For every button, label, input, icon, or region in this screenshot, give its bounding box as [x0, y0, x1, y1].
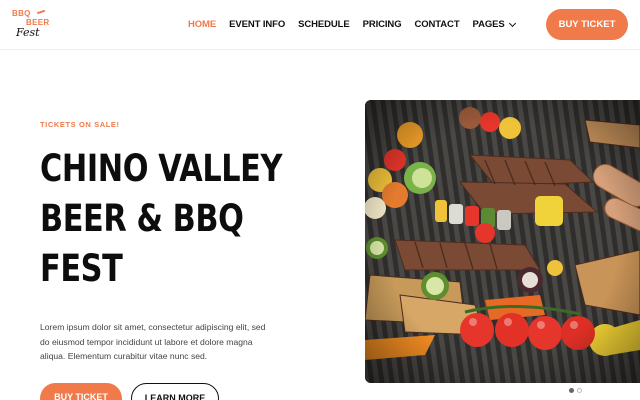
hero-title-line-2: BEER & BBQ [40, 197, 244, 240]
site-header: BBQ BEER Fest HOME EVENT INFO SCHEDULE P… [0, 0, 640, 50]
chevron-down-icon [508, 19, 516, 28]
hero-description: Lorem ipsum dolor sit amet, consectetur … [40, 322, 266, 361]
buy-ticket-button[interactable]: BUY TICKET [40, 383, 122, 400]
header-buy-ticket-button[interactable]: BUY TICKET [546, 9, 628, 40]
nav-item-home-label: HOME [188, 19, 217, 30]
nav-item-home[interactable]: HOME [188, 18, 216, 32]
hero-eyebrow: TICKETS ON SALE! [40, 120, 120, 129]
brand-logo[interactable]: BBQ BEER Fest [12, 8, 52, 42]
hero-title-line-3: FEST [40, 247, 123, 290]
hero-grill-image [365, 100, 640, 383]
nav-item-pricing-label: PRICING [362, 19, 402, 30]
nav-item-contact[interactable]: CONTACT [414, 18, 459, 32]
logo-dash [36, 9, 46, 15]
nav-item-contact-label: CONTACT [414, 19, 460, 30]
hero-title-line-1: CHINO VALLEY [40, 147, 283, 190]
nav-item-pricing[interactable]: PRICING [363, 18, 402, 32]
nav-item-event-info-label: EVENT INFO [229, 19, 286, 30]
logo-line-1: BBQ [12, 9, 31, 18]
nav-item-pages-label: PAGES [472, 19, 505, 30]
nav-item-pages[interactable]: PAGES [472, 18, 516, 32]
main-nav: HOME EVENT INFO SCHEDULE PRICING CONTACT… [188, 18, 528, 32]
carousel-dots [569, 388, 585, 393]
nav-item-schedule[interactable]: SCHEDULE [298, 18, 350, 32]
hero-title: CHINO VALLEY BEER & BBQ FEST [40, 144, 286, 294]
carousel-dot-2[interactable] [577, 388, 582, 393]
learn-more-button[interactable]: LEARN MORE [131, 383, 219, 400]
logo-line-3: Fest [16, 26, 40, 39]
nav-item-event-info[interactable]: EVENT INFO [229, 18, 285, 32]
nav-item-schedule-label: SCHEDULE [298, 19, 350, 30]
carousel-dot-1[interactable] [569, 388, 574, 393]
